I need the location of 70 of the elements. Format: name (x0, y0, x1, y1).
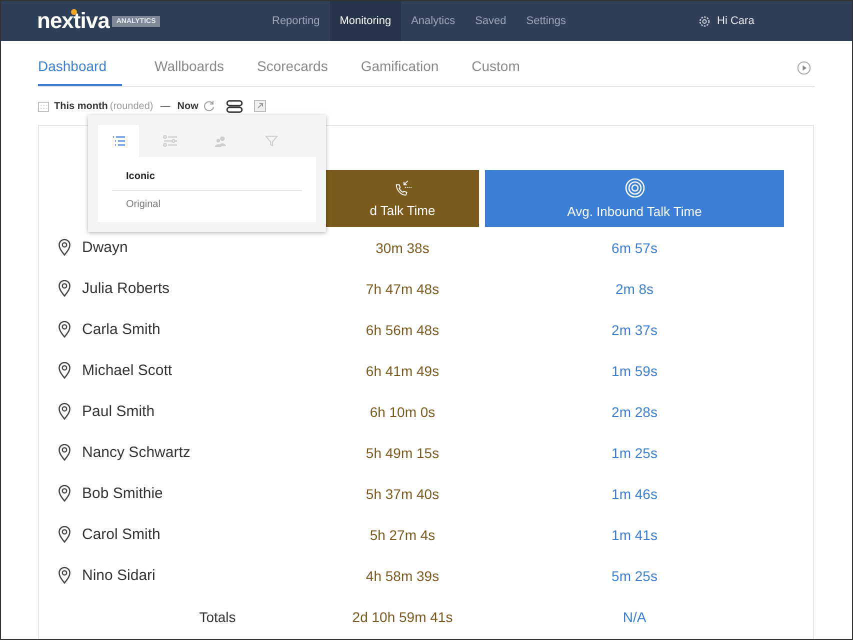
table-cell: 6m 57s (612, 240, 658, 256)
totals-cell: 2d 10h 59m 41s (352, 608, 453, 624)
display-option[interactable]: Iconic (112, 163, 302, 191)
tab[interactable]: Custom (472, 58, 520, 86)
play-icon[interactable] (797, 61, 811, 75)
nav-menu-item[interactable]: Monitoring (330, 1, 402, 41)
location-pin-icon (58, 403, 71, 420)
nav-menu-item[interactable]: Settings (516, 1, 576, 41)
target-icon (624, 178, 644, 198)
location-pin-icon (58, 280, 71, 297)
sliders-icon (162, 135, 176, 147)
table-cell: 2m 8s (615, 280, 654, 296)
table-cell: 6h 56m 48s (366, 322, 440, 338)
table-cell: 6h 41m 49s (366, 362, 440, 378)
location-pin-icon (58, 321, 71, 338)
column-header: Avg. Inbound Talk Time (485, 170, 784, 227)
table-cell: 7h 47m 48s (366, 280, 440, 296)
totals-cell: N/A (622, 608, 646, 624)
agent-name: Nino Sidari (82, 567, 156, 584)
table-cell: 4h 58m 39s (366, 568, 440, 584)
agent-name: Bob Smithie (82, 485, 163, 502)
table-cell: 6h 10m 0s (370, 404, 436, 420)
agent-name: Nancy Schwartz (82, 444, 190, 461)
date-range-end[interactable]: Now (177, 100, 198, 112)
table-cell: 1m 46s (612, 486, 658, 502)
agent-name: Michael Scott (82, 362, 172, 379)
agent-name: Paul Smith (82, 403, 155, 420)
tab[interactable]: Wallboards (154, 58, 224, 86)
tab[interactable]: Gamification (360, 58, 439, 86)
agent-name: Carla Smith (82, 321, 160, 338)
nav-menu-item[interactable]: Reporting (262, 1, 330, 41)
rounding-note: (rounded) (110, 100, 154, 112)
tab[interactable]: Dashboard (38, 58, 122, 86)
display-option[interactable]: Original (112, 191, 302, 218)
location-pin-icon (58, 444, 71, 461)
location-pin-icon (58, 485, 71, 502)
nav-menu-item[interactable]: Analytics (401, 1, 466, 41)
agent-name: Dwayn (82, 239, 128, 256)
agent-name: Julia Roberts (82, 280, 170, 297)
location-pin-icon (58, 526, 71, 543)
date-range-start[interactable]: This month (54, 100, 108, 112)
location-pin-icon (58, 567, 71, 584)
settings-icon[interactable] (698, 14, 712, 28)
calendar-icon[interactable] (38, 100, 49, 112)
location-pin-icon (58, 362, 71, 379)
range-dash: — (160, 100, 170, 112)
table-cell: 5h 27m 4s (370, 526, 436, 542)
table-cell: 5m 25s (612, 568, 658, 584)
table-cell: 2m 28s (612, 404, 658, 420)
table-cell: 1m 41s (612, 526, 658, 542)
refresh-icon[interactable] (203, 100, 216, 112)
table-cell: 5h 49m 15s (366, 444, 440, 460)
export-icon[interactable] (254, 100, 266, 112)
column-header: d Talk Time (326, 170, 479, 227)
agent-name: Carol Smith (82, 526, 160, 543)
table-cell: 1m 25s (612, 444, 658, 460)
table-cell: 1m 59s (612, 362, 658, 378)
totals-label: Totals (199, 608, 236, 624)
list-icon (112, 135, 126, 147)
people-icon (214, 136, 227, 146)
nav-menu-item[interactable]: Saved (465, 1, 516, 41)
table-cell: 30m 38s (376, 240, 430, 256)
display-toggle-icon[interactable] (226, 100, 244, 112)
logo[interactable]: nextiva (37, 8, 110, 34)
table-cell: 2m 37s (612, 322, 658, 338)
filter-icon (265, 135, 278, 147)
table-cell: 5h 37m 40s (366, 486, 440, 502)
user-greeting[interactable]: Hi Cara (717, 15, 754, 27)
tab[interactable]: Scorecards (257, 58, 328, 86)
location-pin-icon (58, 239, 71, 256)
